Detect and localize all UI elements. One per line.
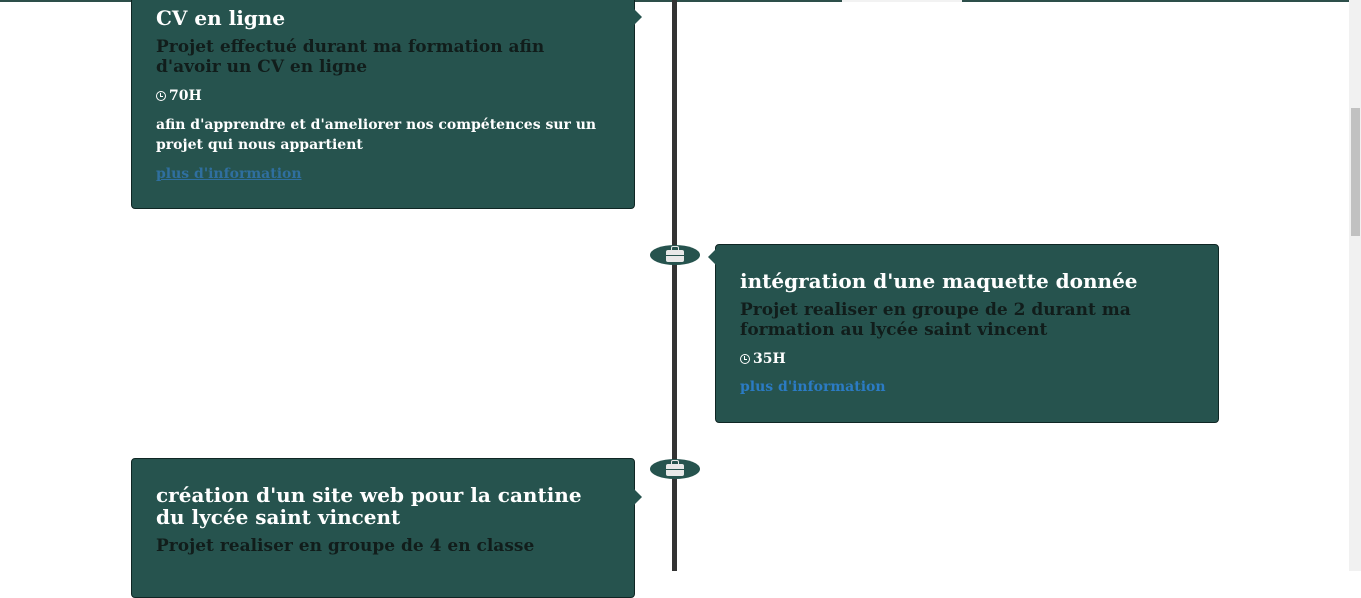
card-subtitle: Projet realiser en groupe de 4 en classe: [156, 536, 535, 556]
duration-value: 35H: [753, 351, 786, 367]
card-pointer: [634, 489, 642, 505]
timeline-card-maquette: intégration d'une maquette donnée Projet…: [708, 244, 1219, 423]
timeline-card-site-cantine: création d'un site web pour la cantine d…: [131, 458, 642, 598]
briefcase-icon: [666, 460, 684, 476]
scrollbar-track[interactable]: [1349, 0, 1361, 571]
timeline-marker: [650, 245, 700, 265]
more-info-link[interactable]: plus d'information: [156, 165, 302, 183]
timeline-marker: [650, 459, 700, 479]
card-pointer: [634, 9, 642, 25]
card-title: CV en ligne: [156, 6, 286, 30]
clock-icon: [156, 91, 166, 101]
card-subtitle: Projet realiser en groupe de 2 durant ma…: [740, 300, 1131, 340]
timeline-line: [672, 0, 677, 571]
timeline-card-cv-en-ligne: CV en ligne Projet effectué durant ma fo…: [131, 0, 642, 209]
more-info-link[interactable]: plus d'information: [740, 378, 886, 396]
card-title: création d'un site web pour la cantine d…: [156, 483, 582, 529]
clock-icon: [740, 354, 750, 364]
briefcase-icon: [666, 246, 684, 262]
top-border-highlight: [842, 0, 962, 2]
card-duration: 70H: [156, 87, 610, 105]
duration-value: 70H: [169, 88, 202, 104]
card-description: afin d'apprendre et d'ameliorer nos comp…: [156, 117, 597, 153]
card-pointer: [708, 249, 716, 265]
card-title: intégration d'une maquette donnée: [740, 269, 1138, 293]
scrollbar-thumb[interactable]: [1351, 108, 1360, 236]
card-subtitle: Projet effectué durant ma formation afin…: [156, 37, 545, 77]
card-duration: 35H: [740, 350, 1194, 368]
